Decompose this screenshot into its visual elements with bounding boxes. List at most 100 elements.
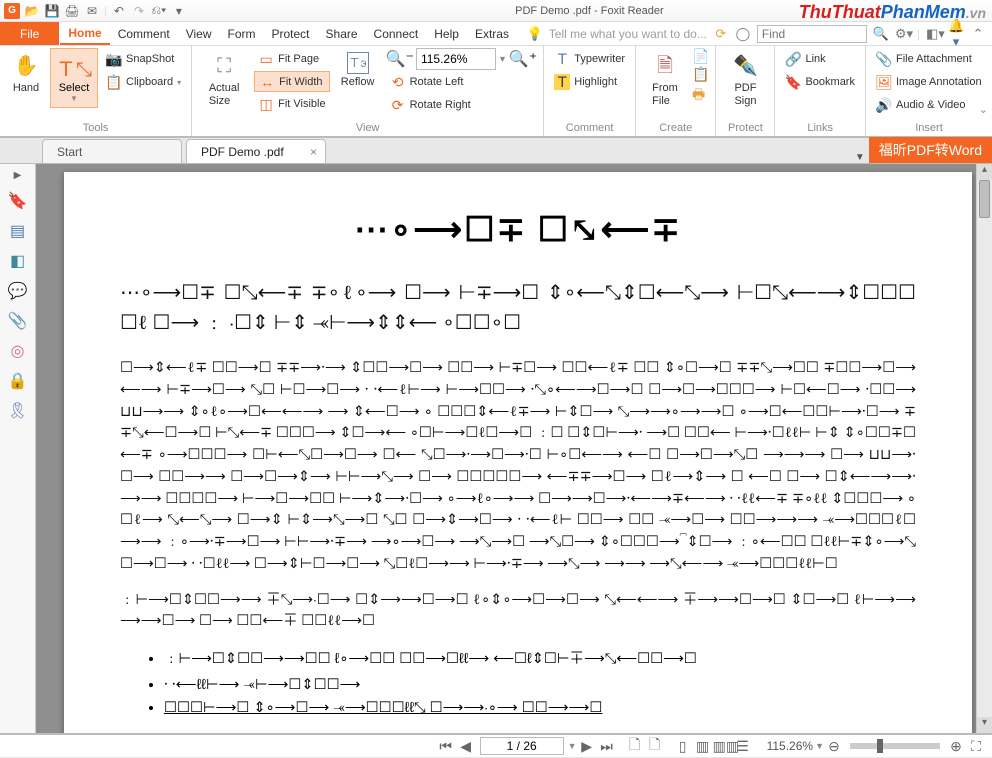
typewriter-icon: Ｔ: [554, 51, 570, 67]
page-number-input[interactable]: [480, 737, 564, 755]
foxit-logo-icon[interactable]: G: [4, 3, 20, 19]
tab-connect[interactable]: Connect: [366, 22, 427, 45]
print-icon[interactable]: 🖨: [64, 3, 80, 19]
last-page-icon[interactable]: ⏭: [597, 738, 617, 755]
save-icon[interactable]: 💾: [44, 3, 60, 19]
doc-short-paragraph: ﹕⊢⟶☐⇕☐☐⟶⟶ ∓⤡⟶⸱☐⟶ ☐⇕⟶⟶☐⟶☐ ℓ∘⇕∘⟶☐⟶☐⟶ ⤡⟵⟵⟶ …: [120, 590, 916, 634]
clipboard-pdf-icon[interactable]: 📋: [692, 66, 709, 83]
prev-page-icon[interactable]: ◀: [456, 738, 476, 755]
reflow-button[interactable]: Ｔэ Reflow: [334, 48, 382, 89]
from-file-button[interactable]: 🗎 From File: [642, 48, 688, 108]
page-dropdown-icon[interactable]: ▼: [568, 741, 577, 751]
fit-visible-icon: ◫: [258, 96, 274, 112]
group-label-create: Create: [642, 121, 709, 136]
find-input[interactable]: [757, 25, 867, 43]
document-tab-active[interactable]: PDF Demo .pdf ×: [186, 139, 326, 163]
pdf-page: ⋯∘⟶☐∓ ☐⤡⟵∓ ⋯∘⟶☐∓ ☐⤡⟵∓ ∓∘ℓ∘⟶ ☐⟶ ⊢∓⟶☐ ⇕∘⟵⤡…: [64, 172, 972, 733]
continuous-facing-icon[interactable]: ☰: [733, 738, 753, 755]
file-menu-button[interactable]: File: [0, 22, 60, 45]
ribbon-expand-icon[interactable]: ⌄: [979, 103, 988, 116]
first-page-icon[interactable]: ⏮: [436, 738, 456, 755]
qat-customize-icon[interactable]: ▾: [171, 3, 187, 19]
portfolio-panel-icon[interactable]: ◎: [8, 341, 28, 361]
clipboard-button[interactable]: 📋Clipboard▾: [102, 71, 185, 93]
reverse-view-icon[interactable]: 🗋: [645, 734, 665, 758]
quick-access-toolbar: G 📂 💾 🖨 ✉ | ↶ ↷ ⎌▾ ▾: [0, 3, 187, 19]
facing-icon[interactable]: ▥▥: [713, 738, 733, 755]
tab-form[interactable]: Form: [220, 22, 264, 45]
fit-visible-button[interactable]: ◫Fit Visible: [254, 93, 329, 115]
tab-share[interactable]: Share: [318, 22, 366, 45]
tab-help[interactable]: Help: [426, 22, 467, 45]
undo-all-icon[interactable]: ⎌▾: [151, 3, 167, 19]
snapshot-button[interactable]: 📷SnapShot: [102, 48, 185, 70]
fit-page-button[interactable]: ▭Fit Page: [254, 48, 329, 70]
fit-width-button[interactable]: ↔Fit Width: [254, 71, 329, 92]
rotate-left-button[interactable]: ⟲Rotate Left: [386, 71, 538, 93]
pdf-sign-button[interactable]: ✒️ PDF Sign: [722, 48, 768, 108]
scroll-up-icon[interactable]: ▴: [977, 164, 992, 180]
fullscreen-icon[interactable]: ⛶: [966, 738, 986, 755]
email-icon[interactable]: ✉: [84, 3, 100, 19]
zoom-out-icon[interactable]: 🔍⁻: [386, 49, 414, 69]
convert-to-word-button[interactable]: 福昕PDF转Word: [869, 137, 992, 163]
zoom-slider[interactable]: [850, 743, 940, 749]
zoom-in-icon[interactable]: 🔍⁺: [509, 49, 537, 69]
rotate-right-button[interactable]: ⟳Rotate Right: [386, 94, 538, 116]
tab-home[interactable]: Home: [60, 22, 109, 45]
undo-icon[interactable]: ↶: [111, 3, 127, 19]
bookmarks-panel-icon[interactable]: 🔖: [8, 191, 28, 211]
search-icon[interactable]: 🔍: [873, 26, 889, 42]
pages-panel-icon[interactable]: ▤: [8, 221, 28, 241]
bookmark-button[interactable]: 🔖Bookmark: [781, 71, 859, 93]
select-tool-button[interactable]: Ｔ⤡ Select ▼: [50, 48, 98, 108]
actual-size-button[interactable]: ⛶ Actual Size: [198, 48, 250, 108]
hand-tool-button[interactable]: ✋ Hand: [6, 48, 46, 95]
skin-icon[interactable]: ◧▾: [926, 26, 942, 42]
continuous-icon[interactable]: ▥: [693, 738, 713, 755]
image-annotation-button[interactable]: 🖼Image Annotation: [872, 71, 986, 93]
tab-list-dropdown-icon[interactable]: ▼: [855, 152, 865, 163]
tab-protect[interactable]: Protect: [264, 22, 318, 45]
tab-view[interactable]: View: [178, 22, 220, 45]
highlight-button[interactable]: ＴHighlight: [550, 71, 629, 93]
redo-icon[interactable]: ↷: [131, 3, 147, 19]
scroll-down-icon[interactable]: ▾: [977, 717, 992, 733]
doc-heading: ⋯∘⟶☐∓ ☐⤡⟵∓: [120, 210, 916, 250]
zoom-readout-dropdown-icon[interactable]: ▼: [815, 741, 824, 751]
scanner-pdf-icon[interactable]: 🖶: [692, 84, 709, 108]
security-panel-icon[interactable]: 🔒: [8, 371, 28, 391]
next-page-icon[interactable]: ▶: [577, 738, 597, 755]
reading-mode-icon[interactable]: 🗋: [625, 734, 645, 758]
open-icon[interactable]: 📂: [24, 3, 40, 19]
attachments-panel-icon[interactable]: 📎: [8, 311, 28, 331]
blank-pdf-icon[interactable]: 📄: [692, 48, 709, 65]
pdf-sign-icon: ✒️: [731, 52, 759, 80]
minimize-ribbon-icon[interactable]: ⌃: [970, 26, 986, 42]
document-viewport[interactable]: ⋯∘⟶☐∓ ☐⤡⟵∓ ⋯∘⟶☐∓ ☐⤡⟵∓ ∓∘ℓ∘⟶ ☐⟶ ⊢∓⟶☐ ⇕∘⟵⤡…: [36, 164, 992, 733]
vertical-scrollbar[interactable]: ▴ ▾: [976, 164, 992, 733]
options-gear-icon[interactable]: ⚙▾: [895, 26, 911, 42]
document-tab-start[interactable]: Start: [42, 139, 182, 163]
signatures-panel-icon[interactable]: 🎗: [8, 401, 28, 421]
bulb-icon[interactable]: 💡: [527, 26, 543, 42]
tell-me-label[interactable]: Tell me what you want to do...: [549, 27, 707, 41]
audio-video-button[interactable]: 🔊Audio & Video: [872, 94, 986, 116]
scroll-thumb[interactable]: [979, 180, 990, 218]
tab-comment[interactable]: Comment: [110, 22, 178, 45]
nav-toggle-icon[interactable]: ▶: [14, 170, 22, 181]
notification-icon[interactable]: ⟳: [713, 26, 729, 42]
tab-extras[interactable]: Extras: [467, 22, 517, 45]
zoom-out-status-icon[interactable]: ⊖: [824, 738, 844, 755]
close-tab-icon[interactable]: ×: [310, 145, 317, 159]
sync-icon[interactable]: ◯: [735, 26, 751, 42]
file-attachment-button[interactable]: 📎File Attachment: [872, 48, 986, 70]
comments-panel-icon[interactable]: 💬: [8, 281, 28, 301]
typewriter-button[interactable]: ＴTypewriter: [550, 48, 629, 70]
zoom-in-status-icon[interactable]: ⊕: [946, 738, 966, 755]
single-page-icon[interactable]: ▯: [673, 738, 693, 755]
layers-panel-icon[interactable]: ◧: [8, 251, 28, 271]
zoom-dropdown-icon[interactable]: ▼: [498, 54, 507, 64]
link-button[interactable]: 🔗Link: [781, 48, 859, 70]
zoom-combo[interactable]: [416, 48, 496, 70]
